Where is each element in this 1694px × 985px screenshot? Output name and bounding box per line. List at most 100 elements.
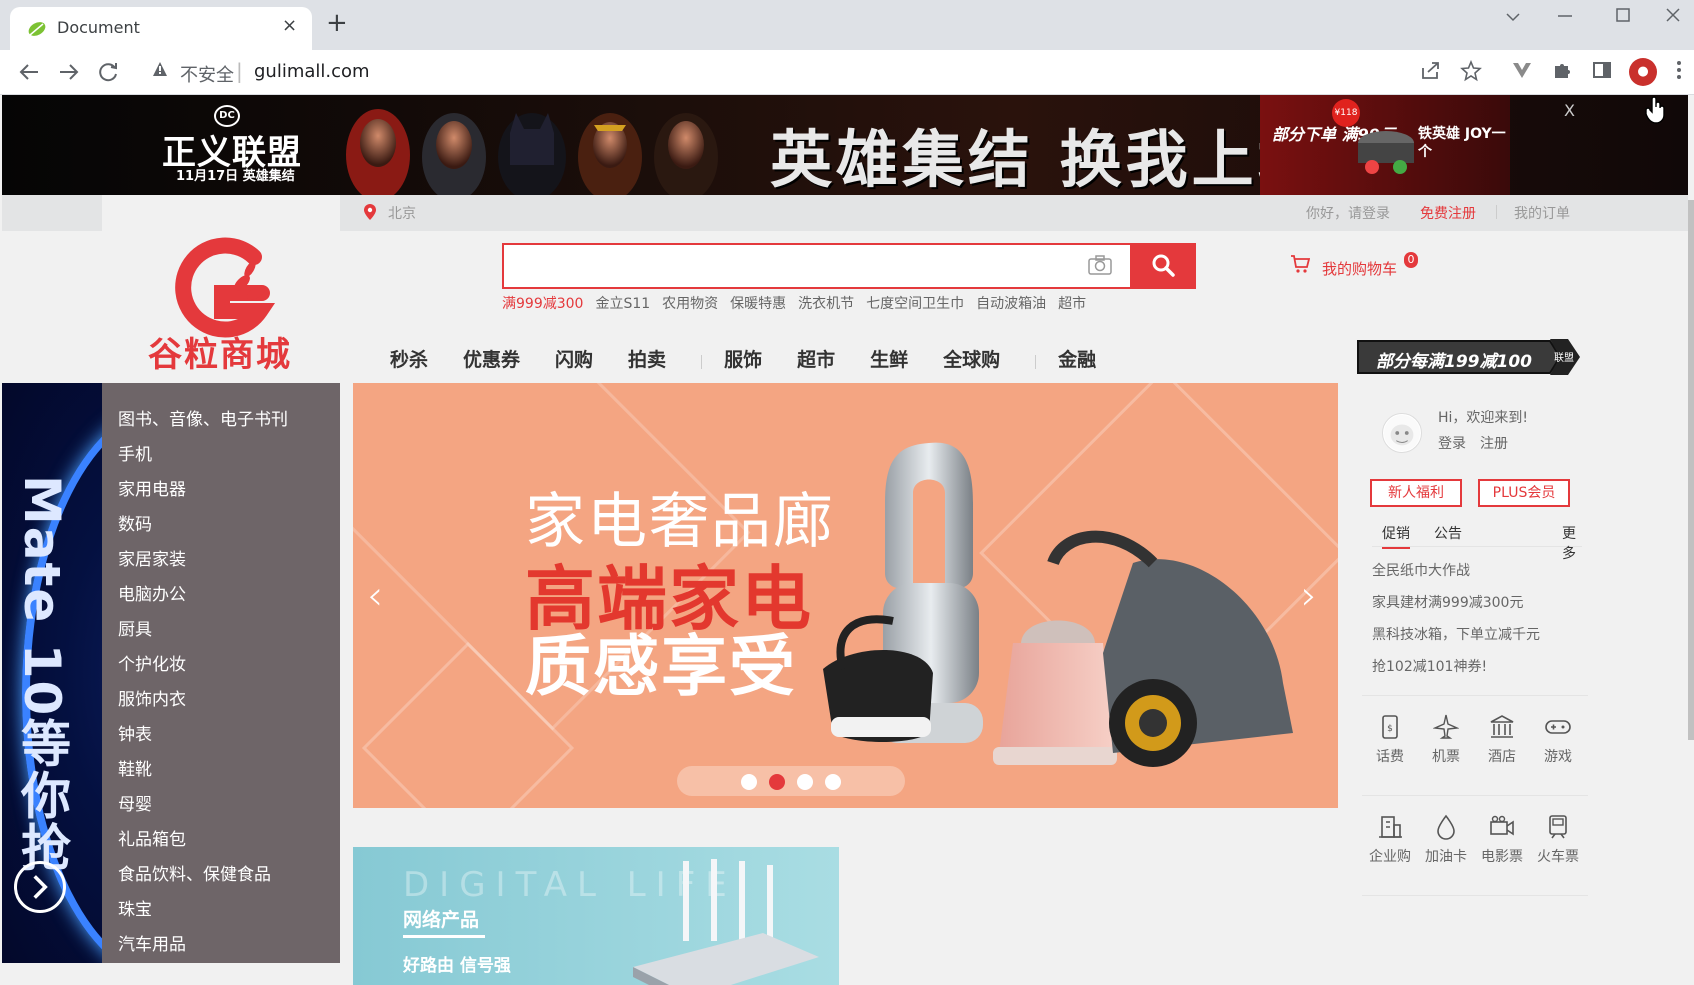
digital-subtitle: 好路由 信号强: [403, 956, 511, 976]
category-item[interactable]: 礼品箱包: [102, 823, 340, 858]
hotword-link[interactable]: 金立S11: [595, 296, 650, 312]
chevron-down-icon[interactable]: [1506, 12, 1520, 22]
login-link[interactable]: 你好，请登录: [1306, 203, 1390, 223]
category-item[interactable]: 图书、音像、电子书刊: [102, 403, 340, 438]
category-item[interactable]: 家用电器: [102, 473, 340, 508]
search-button[interactable]: [1130, 243, 1196, 289]
location-text[interactable]: 北京: [388, 203, 416, 223]
arrow-right-circle-icon[interactable]: [14, 861, 66, 913]
cart-count-badge: 0: [1404, 252, 1418, 268]
nav-item-apparel[interactable]: 服饰: [724, 345, 762, 372]
logo-text[interactable]: 谷粒商城: [148, 327, 292, 376]
hand-cursor-icon: [1645, 96, 1665, 124]
side-panel-icon[interactable]: [1592, 60, 1612, 80]
scrollbar-thumb[interactable]: [1688, 200, 1694, 740]
register-link[interactable]: 注册: [1480, 436, 1508, 452]
news-item[interactable]: 黑科技冰箱，下单立减千元: [1372, 619, 1540, 651]
news-item[interactable]: 家具建材满999减300元: [1372, 587, 1540, 619]
banner-close-icon[interactable]: X: [1564, 101, 1575, 120]
side-ad-mate10[interactable]: Mate 10等你抢: [2, 383, 102, 963]
carousel-dot[interactable]: [797, 774, 813, 790]
search-input[interactable]: [504, 245, 1084, 287]
category-item[interactable]: 汽车用品: [102, 928, 340, 963]
minimize-icon[interactable]: [1558, 14, 1572, 18]
bookmark-star-icon[interactable]: [1460, 60, 1482, 82]
category-item[interactable]: 母婴: [102, 788, 340, 823]
main-carousel[interactable]: 家电奢品廊 高端家电 质感享受 ‹ ›: [353, 383, 1338, 808]
register-link[interactable]: 免费注册: [1420, 203, 1476, 223]
forward-arrow-icon[interactable]: [58, 62, 80, 82]
service-train-ticket[interactable]: 火车票: [1530, 814, 1586, 866]
category-item[interactable]: 服饰内衣: [102, 683, 340, 718]
carousel-prev-arrow[interactable]: ‹: [367, 573, 383, 619]
search-icon: [1152, 254, 1175, 277]
carousel-next-arrow[interactable]: ›: [1301, 573, 1317, 619]
service-game[interactable]: 游戏: [1530, 714, 1586, 766]
nav-item-supermarket[interactable]: 超市: [797, 345, 835, 372]
nav-item-finance[interactable]: 金融: [1058, 345, 1096, 372]
new-user-benefit-button[interactable]: 新人福利: [1370, 479, 1462, 507]
back-arrow-icon[interactable]: [18, 62, 40, 82]
hotword-link[interactable]: 洗衣机节: [798, 296, 854, 312]
tab-promotion[interactable]: 促销: [1382, 523, 1410, 549]
hotword-link[interactable]: 自动波箱油: [976, 296, 1046, 312]
camera-icon[interactable]: [1088, 255, 1112, 275]
extensions-puzzle-icon[interactable]: [1552, 60, 1572, 80]
category-item[interactable]: 个护化妆: [102, 648, 340, 683]
login-link[interactable]: 登录: [1438, 436, 1466, 452]
category-item[interactable]: 厨具: [102, 613, 340, 648]
plus-member-button[interactable]: PLUS会员: [1478, 479, 1570, 507]
omnibox[interactable]: 不安全 | gulimall.com: [140, 56, 1390, 88]
category-item[interactable]: 手机: [102, 438, 340, 473]
hotword-link[interactable]: 超市: [1058, 296, 1086, 312]
dc-logo: DC: [214, 105, 240, 127]
category-item[interactable]: 电脑办公: [102, 578, 340, 613]
service-movie-ticket[interactable]: 电影票: [1474, 814, 1530, 866]
news-item[interactable]: 全民纸巾大作战: [1372, 555, 1540, 587]
category-item[interactable]: 数码: [102, 508, 340, 543]
service-phone-bill[interactable]: $ 话费: [1362, 714, 1418, 766]
hotword-link[interactable]: 满999减300: [502, 296, 583, 312]
category-item[interactable]: 食品饮料、保健食品: [102, 858, 340, 893]
plus-promo-banner[interactable]: 联盟 部分每满199减100: [1354, 335, 1582, 379]
nav-item-fresh[interactable]: 生鲜: [870, 345, 908, 372]
hotword-link[interactable]: 农用物资: [662, 296, 718, 312]
service-enterprise[interactable]: 企业购: [1362, 814, 1418, 866]
maximize-icon[interactable]: [1616, 8, 1630, 22]
more-menu-icon[interactable]: [1676, 60, 1682, 80]
carousel-dot[interactable]: [741, 774, 757, 790]
share-icon[interactable]: [1420, 60, 1442, 80]
nav-item-seckill[interactable]: 秒杀: [390, 345, 428, 372]
nav-item-coupon[interactable]: 优惠券: [463, 345, 520, 372]
service-flight[interactable]: 机票: [1418, 714, 1474, 766]
vue-devtools-icon[interactable]: [1512, 60, 1532, 80]
category-item[interactable]: 钟表: [102, 718, 340, 753]
carousel-dot[interactable]: [825, 774, 841, 790]
hotword-link[interactable]: 保暖特惠: [730, 296, 786, 312]
profile-avatar-icon[interactable]: ●: [1629, 58, 1657, 86]
top-promo-banner[interactable]: DC 正义联盟 11月17日 英雄集结 英雄集结 换我上场 ¥118 部分下单 …: [2, 95, 1688, 196]
category-item[interactable]: 鞋靴: [102, 753, 340, 788]
category-item[interactable]: 家居家装: [102, 543, 340, 578]
carousel-dot-active[interactable]: [769, 774, 785, 790]
browser-tab[interactable]: Document ×: [10, 7, 312, 50]
nav-item-auction[interactable]: 拍卖: [628, 345, 666, 372]
reload-icon[interactable]: [98, 62, 120, 82]
url-text[interactable]: gulimall.com: [254, 61, 370, 82]
tab-announcement[interactable]: 公告: [1434, 523, 1462, 543]
hotword-link[interactable]: 七度空间卫生巾: [866, 296, 964, 312]
user-panel: Hi，欢迎来到! 登录 注册 新人福利 PLUS会员 促销 公告 更多 全民纸巾大…: [1352, 383, 1588, 963]
my-orders-link[interactable]: 我的订单: [1514, 203, 1570, 223]
nav-item-global[interactable]: 全球购: [943, 345, 1000, 372]
category-item[interactable]: 珠宝: [102, 893, 340, 928]
tab-close-icon[interactable]: ×: [282, 15, 297, 36]
new-tab-button[interactable]: +: [326, 10, 348, 36]
news-more-link[interactable]: 更多: [1562, 523, 1582, 563]
close-window-icon[interactable]: [1666, 8, 1680, 22]
nav-item-flash[interactable]: 闪购: [555, 345, 593, 372]
news-item[interactable]: 抢102减101神券!: [1372, 651, 1540, 683]
service-hotel[interactable]: 酒店: [1474, 714, 1530, 766]
digital-life-banner[interactable]: DIGITAL LIFE 网络产品 好路由 信号强: [353, 847, 839, 985]
service-fuel-card[interactable]: 加油卡: [1418, 814, 1474, 866]
service-label: 游戏: [1544, 749, 1572, 765]
